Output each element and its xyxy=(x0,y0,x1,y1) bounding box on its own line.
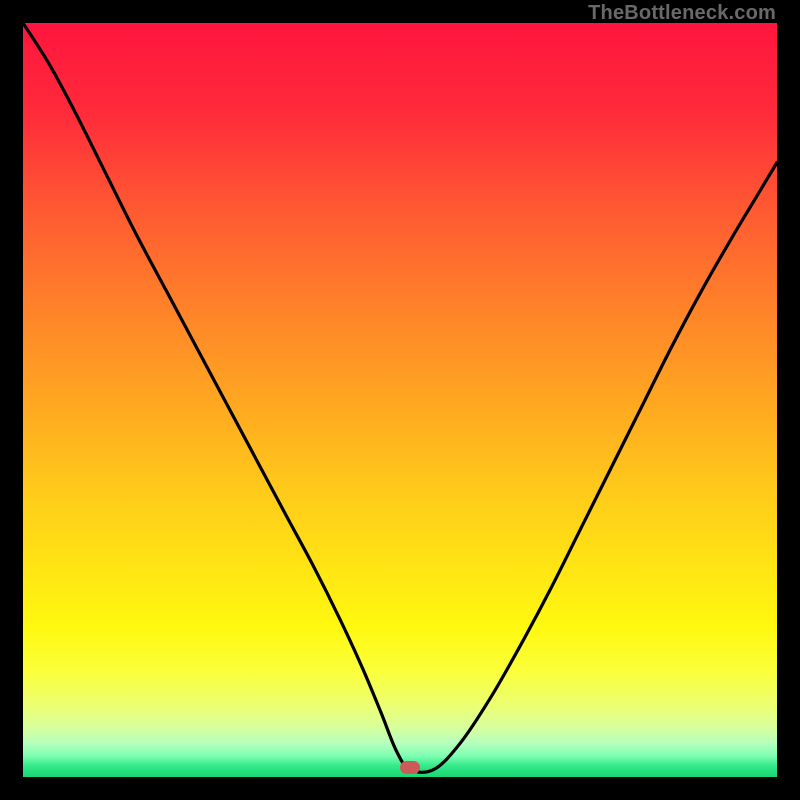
chart-frame: TheBottleneck.com xyxy=(0,0,800,800)
watermark-label: TheBottleneck.com xyxy=(588,2,776,25)
bottleneck-plot xyxy=(23,23,777,777)
gradient-background xyxy=(23,23,777,777)
optimal-point-marker xyxy=(400,761,420,774)
